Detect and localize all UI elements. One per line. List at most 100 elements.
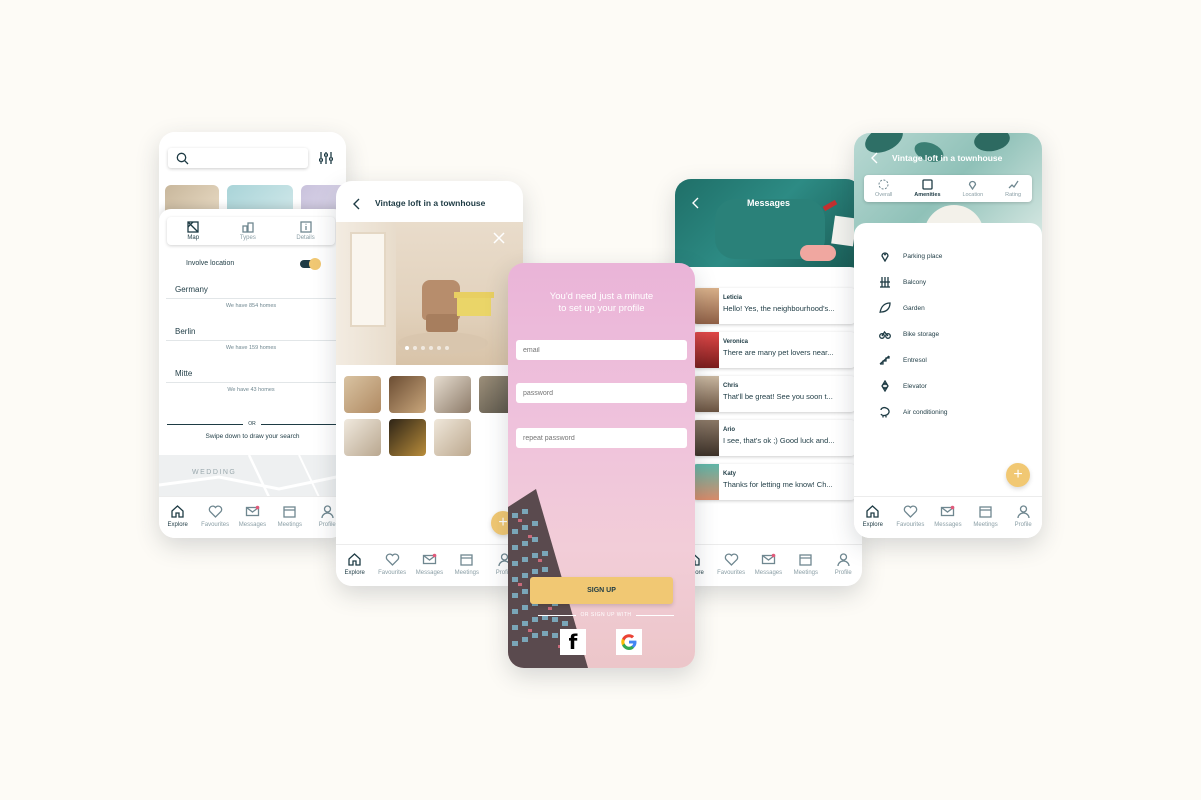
amenity-item: Bike storage [879,328,939,340]
search-header [159,132,346,215]
nav-label: Messages [934,522,962,528]
filter-sheet: Map Types Details Involve location Germa… [159,209,346,538]
tab-types-label: Types [239,235,256,241]
nav-meetings[interactable]: Meetings [272,504,308,528]
photo-thumb[interactable] [344,419,381,456]
map-district-label: WEDDING [192,469,237,476]
avatar [693,332,719,368]
message-preview: I see, that's ok ;) Good luck and... [723,436,835,445]
message-thread[interactable]: Chris That'll be great! See you soon t..… [693,376,855,412]
filter-sliders-icon[interactable] [318,150,334,166]
hero-photo[interactable] [336,222,523,365]
photo-thumb[interactable] [434,419,471,456]
tab-map[interactable]: Map [187,221,199,241]
email-field[interactable] [516,340,687,360]
location-name: Berlin [175,327,196,336]
amenity-label: Garden [903,304,925,312]
message-thread[interactable]: Leticia Hello! Yes, the neighbourhood's.… [693,288,855,324]
search-icon [176,152,189,165]
message-list: Leticia Hello! Yes, the neighbourhood's.… [675,267,862,547]
nav-favourites[interactable]: Favourites [892,504,928,528]
location-item-germany[interactable]: Germany We have 854 homes [166,285,336,309]
repeat-password-field[interactable] [516,428,687,448]
close-icon[interactable] [493,232,505,244]
facebook-login-button[interactable]: f [560,629,586,655]
tab-label: Rating [1005,192,1022,198]
tab-overall[interactable]: Overall [875,179,892,198]
sender-name: Chris [723,383,739,389]
nav-messages[interactable]: Messages [411,552,447,576]
nav-label: Favourites [201,522,230,528]
nav-label: Meetings [454,570,480,576]
sender-name: Katy [723,471,737,477]
google-login-button[interactable] [616,629,642,655]
photo-thumb[interactable] [344,376,381,413]
search-screen: Map Types Details Involve location Germa… [159,132,346,538]
tab-types[interactable]: Types [240,221,256,241]
nav-favourites[interactable]: Favourites [197,504,233,528]
amenity-item: Parking place [879,250,942,262]
nav-explore[interactable]: Explore [337,552,373,576]
location-name: Germany [175,285,208,294]
nav-label: Profile [318,522,336,528]
tab-location[interactable]: Location [962,179,983,198]
tab-amenities[interactable]: Amenities [914,179,941,198]
amenity-item: Entresol [879,354,927,366]
message-thread[interactable]: Katy Thanks for letting me know! Ch... [693,464,855,500]
or-label: OR [248,421,256,427]
tab-rating[interactable]: Rating [1005,179,1021,198]
nav-label: Favourites [717,570,746,576]
nav-explore[interactable]: Explore [855,504,891,528]
photo-thumb[interactable] [434,376,471,413]
nav-meetings[interactable]: Meetings [449,552,485,576]
nav-label: Profile [834,570,852,576]
photo-thumb[interactable] [389,419,426,456]
involve-location-toggle[interactable] [300,258,321,270]
tab-details[interactable]: Details [296,221,315,241]
carousel-dots[interactable] [405,346,449,350]
google-icon [621,634,637,650]
back-arrow-icon[interactable] [870,152,880,164]
amenity-item: Air conditioning [879,406,947,418]
message-thread[interactable]: Ario I see, that's ok ;) Good luck and..… [693,420,855,456]
nav-label: Favourites [896,522,925,528]
nav-label: Messages [238,522,267,528]
involve-location-label: Involve location [186,260,235,267]
nav-explore[interactable]: Explore [160,504,196,528]
location-item-berlin[interactable]: Berlin We have 159 homes [166,327,336,351]
tab-label: Location [962,192,984,198]
nav-favourites[interactable]: Favourites [374,552,410,576]
map-preview[interactable]: WEDDING [159,455,346,497]
dashed-circle-icon [878,179,889,190]
heart-icon [385,553,399,566]
nav-profile[interactable]: Profile [1005,504,1041,528]
pin-icon [881,252,889,262]
photo-thumb[interactable] [389,376,426,413]
signup-with-divider: OR SIGN UP WITH [538,612,674,618]
message-preview: Thanks for letting me know! Ch... [723,480,833,489]
nav-meetings[interactable]: Meetings [968,504,1004,528]
add-fab-button[interactable]: + [1006,463,1030,487]
messages-header-photo [675,179,862,279]
nav-messages[interactable]: Messages [234,504,270,528]
amenity-item: Garden [879,302,925,314]
message-preview: That'll be great! See you soon t... [723,392,833,401]
message-thread[interactable]: Veronica There are many pet lovers near.… [693,332,855,368]
calendar-icon [460,554,474,566]
map-icon [187,221,199,233]
home-icon [171,505,184,518]
search-input[interactable] [168,148,308,168]
signup-button[interactable]: SIGN UP [530,577,673,604]
nav-profile[interactable]: Profile [825,552,861,576]
nav-messages[interactable]: Messages [750,552,786,576]
signup-headline-line2: to set up your profile [558,303,645,314]
nav-meetings[interactable]: Meetings [788,552,824,576]
location-item-mitte[interactable]: Mitte We have 43 homes [166,369,336,393]
nav-favourites[interactable]: Favourites [713,552,749,576]
password-field[interactable] [516,383,687,403]
bottom-nav: Explore Favourites Messages Meetings Pro… [159,496,346,538]
back-arrow-icon[interactable] [352,198,362,210]
heart-icon [903,505,918,518]
nav-messages[interactable]: Messages [930,504,966,528]
ac-icon [880,406,890,418]
